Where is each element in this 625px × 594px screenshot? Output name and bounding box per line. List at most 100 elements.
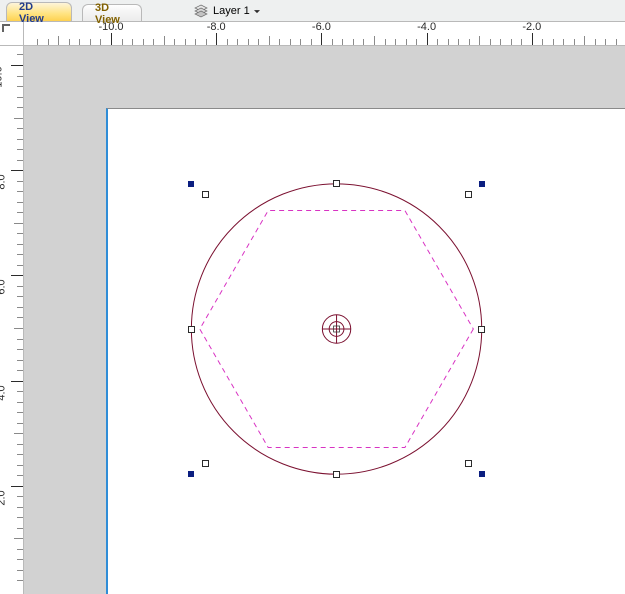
ruler-origin-corner[interactable] — [0, 22, 24, 46]
drawn-hexagon[interactable] — [200, 211, 474, 448]
ruler-tick-major — [532, 33, 533, 45]
ruler-tick-minor — [469, 39, 470, 45]
selection-handle-mid[interactable] — [465, 460, 472, 467]
ruler-tick-minor — [290, 39, 291, 45]
ruler-tick-minor — [237, 39, 238, 45]
ruler-tick-major — [11, 65, 23, 66]
ruler-tick-minor — [553, 39, 554, 45]
selection-handle-mid[interactable] — [202, 191, 209, 198]
ruler-tick-minor — [153, 39, 154, 45]
ruler-tick-minor — [248, 39, 249, 45]
ruler-tick-minor — [100, 39, 101, 45]
ruler-tick-minor — [521, 39, 522, 45]
ruler-tick-minor — [416, 39, 417, 45]
ruler-tick-minor — [17, 412, 23, 413]
selection-handle-corner[interactable] — [188, 471, 194, 477]
ruler-tick-minor — [195, 39, 196, 45]
drawing-page[interactable] — [106, 108, 625, 594]
ruler-tick-minor — [332, 39, 333, 45]
tab-label: 3D View — [95, 2, 129, 26]
selection-handle-mid[interactable] — [188, 326, 195, 333]
ruler-tick-minor — [17, 233, 23, 234]
ruler-tick-minor — [17, 570, 23, 571]
ruler-tick-minor — [616, 39, 617, 45]
ruler-tick-minor — [406, 39, 407, 45]
ruler-tick-minor — [342, 39, 343, 45]
ruler-tick-minor — [17, 86, 23, 87]
selection-handle-mid[interactable] — [478, 326, 485, 333]
ruler-tick-minor — [69, 39, 70, 45]
layer-selector[interactable]: Layer 1 — [190, 1, 264, 21]
ruler-tick-minor — [17, 76, 23, 77]
ruler-tick-label: 4.0 — [0, 385, 7, 400]
ruler-tick-minor — [17, 580, 23, 581]
selection-handle-corner[interactable] — [479, 181, 485, 187]
ruler-tick-label: 2.0 — [0, 490, 7, 505]
ruler-tick-minor — [279, 39, 280, 45]
ruler-tick-minor — [353, 39, 354, 45]
ruler-tick-minor — [17, 254, 23, 255]
ruler-tick-minor — [17, 370, 23, 371]
center-marker-circle — [322, 315, 350, 343]
ruler-tick-minor — [17, 507, 23, 508]
ruler-tick-minor — [58, 36, 59, 45]
ruler-tick-minor — [490, 39, 491, 45]
selection-handle-corner[interactable] — [188, 181, 194, 187]
selection-handle-corner[interactable] — [479, 471, 485, 477]
ruler-tick-minor — [17, 244, 23, 245]
ruler-tick-label: -6.0 — [312, 22, 331, 33]
ruler-tick-minor — [17, 475, 23, 476]
ruler-corner-mark — [2, 24, 4, 32]
ruler-tick-minor — [17, 465, 23, 466]
ruler-tick-minor — [17, 181, 23, 182]
ruler-tick-minor — [17, 454, 23, 455]
ruler-tick-minor — [17, 317, 23, 318]
tab-2d-view[interactable]: 2D View — [6, 2, 72, 21]
ruler-tick-major — [11, 486, 23, 487]
ruler-tick-minor — [17, 444, 23, 445]
ruler-tick-minor — [17, 139, 23, 140]
ruler-tick-label: 8.0 — [0, 175, 7, 190]
ruler-tick-minor — [385, 39, 386, 45]
selection-handle-mid[interactable] — [202, 460, 209, 467]
ruler-tick-minor — [605, 39, 606, 45]
ruler-tick-minor — [511, 39, 512, 45]
ruler-tick-minor — [143, 39, 144, 45]
ruler-tick-minor — [14, 433, 23, 434]
ruler-tick-minor — [363, 39, 364, 45]
ruler-tick-major — [11, 170, 23, 171]
ruler-tick-minor — [269, 36, 270, 45]
tab-label: 2D View — [19, 1, 59, 25]
ruler-tick-minor — [595, 39, 596, 45]
ruler-tick-major — [321, 33, 322, 45]
tab-3d-view[interactable]: 3D View — [82, 4, 142, 21]
workspace[interactable] — [24, 46, 625, 594]
ruler-tick-minor — [17, 128, 23, 129]
ruler-tick-minor — [17, 286, 23, 287]
ruler-tick-minor — [17, 149, 23, 150]
ruler-tick-minor — [300, 39, 301, 45]
ruler-tick-minor — [17, 528, 23, 529]
topbar: 2D View 3D View Layer 1 — [0, 0, 625, 22]
ruler-tick-label: -2.0 — [522, 22, 541, 33]
ruler-tick-major — [216, 33, 217, 45]
ruler-tick-minor — [174, 39, 175, 45]
ruler-tick-minor — [17, 97, 23, 98]
selection-handle-mid[interactable] — [465, 191, 472, 198]
ruler-tick-minor — [542, 39, 543, 45]
ruler-vertical[interactable]: 10.08.06.04.02.0 — [0, 46, 24, 594]
ruler-tick-minor — [563, 39, 564, 45]
ruler-tick-minor — [500, 39, 501, 45]
ruler-tick-minor — [17, 496, 23, 497]
ruler-tick-minor — [479, 36, 480, 45]
drawn-circle[interactable] — [191, 184, 481, 474]
ruler-tick-minor — [17, 549, 23, 550]
selection-handle-mid[interactable] — [333, 180, 340, 187]
center-marker-circle — [329, 322, 344, 337]
ruler-tick-minor — [17, 212, 23, 213]
ruler-tick-major — [11, 275, 23, 276]
selection-handle-mid[interactable] — [333, 471, 340, 478]
ruler-tick-minor — [17, 402, 23, 403]
ruler-tick-minor — [227, 39, 228, 45]
ruler-tick-minor — [48, 39, 49, 45]
